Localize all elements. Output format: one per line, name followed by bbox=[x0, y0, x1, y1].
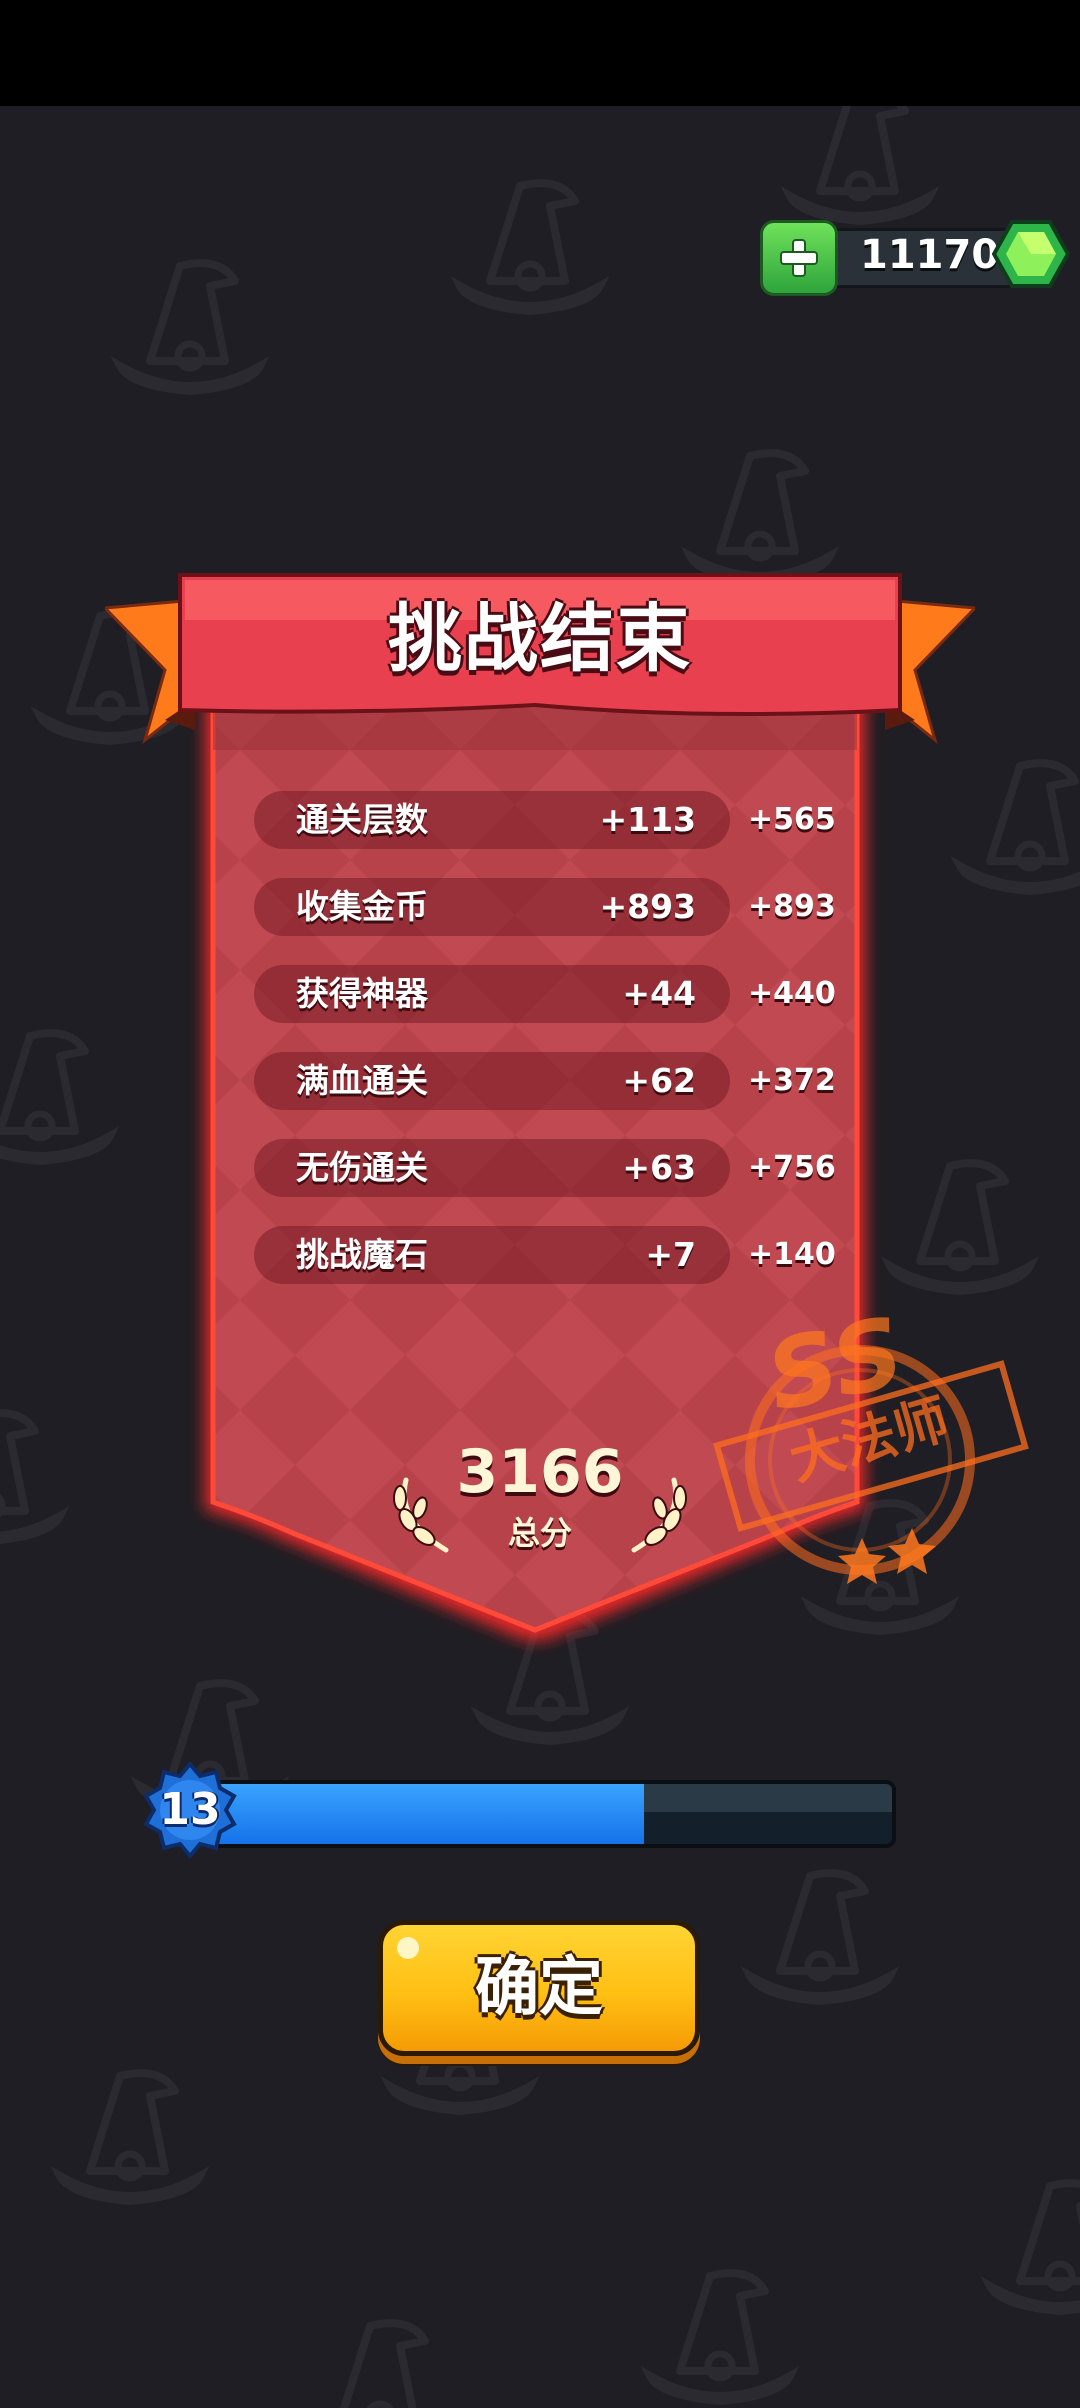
stat-points: +893 bbox=[748, 889, 836, 924]
stat-label: 满血通关 bbox=[296, 1061, 428, 1100]
gem-count: 11170 bbox=[860, 232, 1000, 278]
stat-row: 满血通关 +62 bbox=[254, 1052, 730, 1110]
stat-label: 通关层数 bbox=[296, 800, 428, 839]
stat-row: 挑战魔石 +7 bbox=[254, 1226, 730, 1284]
total-score-label: 总分 bbox=[507, 1514, 572, 1552]
status-bar bbox=[0, 0, 1080, 106]
total-score: 3166 bbox=[456, 1437, 624, 1507]
stat-points: +372 bbox=[748, 1063, 836, 1098]
plus-icon bbox=[780, 239, 818, 277]
stat-count: +62 bbox=[622, 1061, 696, 1100]
stat-label: 获得神器 bbox=[296, 974, 428, 1013]
gem-counter: 11170 bbox=[760, 218, 1070, 296]
add-gems-button[interactable] bbox=[760, 220, 838, 296]
result-title: 挑战结束 bbox=[388, 596, 692, 682]
stat-row: 收集金币 +893 bbox=[254, 878, 730, 936]
confirm-button-label: 确定 bbox=[475, 1951, 603, 2025]
stat-count: +893 bbox=[599, 887, 696, 926]
stat-points: +440 bbox=[748, 976, 836, 1011]
level-progress-fill bbox=[202, 1784, 644, 1844]
stat-row: 通关层数 +113 bbox=[254, 791, 730, 849]
stat-count: +44 bbox=[622, 974, 696, 1013]
stat-count: +7 bbox=[645, 1235, 696, 1274]
stat-count: +113 bbox=[599, 800, 696, 839]
level-progress-bar bbox=[198, 1780, 896, 1848]
stat-row: 无伤通关 +63 bbox=[254, 1139, 730, 1197]
stat-label: 收集金币 bbox=[296, 887, 428, 926]
button-shine bbox=[397, 1937, 419, 1959]
green-gem-icon bbox=[992, 220, 1070, 288]
stat-points: +140 bbox=[748, 1237, 836, 1272]
stat-points: +565 bbox=[748, 802, 836, 837]
stat-label: 无伤通关 bbox=[296, 1148, 428, 1187]
stat-row: 获得神器 +44 bbox=[254, 965, 730, 1023]
rank-star-icon bbox=[838, 1538, 886, 1584]
stat-count: +63 bbox=[622, 1148, 696, 1187]
confirm-button[interactable]: 确定 bbox=[378, 1920, 700, 2056]
level-number: 13 bbox=[159, 1784, 221, 1835]
stat-points: +756 bbox=[748, 1150, 836, 1185]
stat-label: 挑战魔石 bbox=[296, 1235, 428, 1274]
